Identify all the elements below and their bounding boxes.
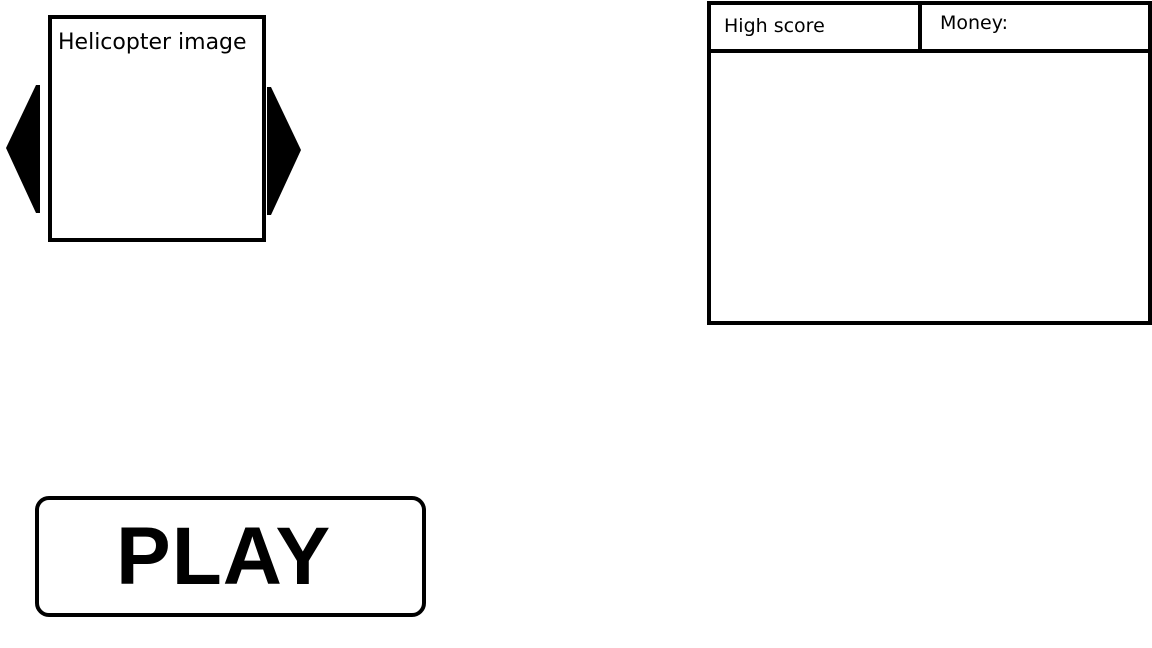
money-label: Money:: [940, 12, 1009, 34]
helicopter-image-label: Helicopter image: [58, 30, 247, 55]
triangle-left-icon: [6, 85, 40, 213]
stats-panel: High score Money:: [707, 1, 1152, 325]
triangle-right-icon: [267, 87, 301, 215]
play-button[interactable]: PLAY: [35, 496, 426, 617]
helicopter-image-placeholder: Helicopter image: [48, 15, 266, 242]
play-button-label: PLAY: [116, 511, 332, 602]
stats-header: High score Money:: [711, 5, 1148, 53]
previous-helicopter-button[interactable]: [6, 85, 40, 213]
next-helicopter-button[interactable]: [267, 87, 301, 215]
high-score-label: High score: [724, 15, 825, 37]
stats-divider: [918, 5, 922, 49]
